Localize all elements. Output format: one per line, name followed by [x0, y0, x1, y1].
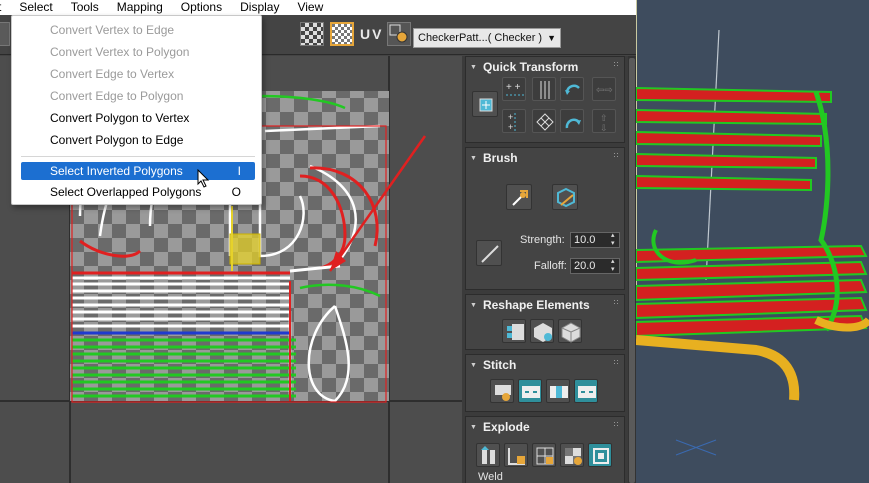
panel-grip-icon[interactable] [613, 299, 620, 306]
explode-teal-icon[interactable] [588, 443, 612, 467]
checker-pattern-value: CheckerPatt...( Checker ) [418, 32, 543, 44]
uv-editor-window: t Select Tools Mapping Options Display V… [0, 0, 636, 483]
svg-text:⇧: ⇧ [600, 113, 608, 123]
straighten-selection-icon[interactable] [502, 319, 526, 343]
menu-options[interactable]: Options [172, 0, 231, 15]
panel-title-reshape[interactable]: Reshape Elements [470, 297, 590, 313]
menu-convert-polygon-to-edge[interactable]: Convert Polygon to Edge [21, 130, 255, 150]
panel-brush: Brush Strength: 10.0 Falloff: 20.0 [465, 147, 625, 290]
panel-title-stitch[interactable]: Stitch [470, 357, 516, 373]
rotate-cw-icon[interactable] [560, 109, 584, 133]
strength-value: 10.0 [574, 234, 596, 246]
panel-grip-icon[interactable] [613, 61, 620, 68]
menu-prev-fragment: t [0, 0, 10, 15]
stitch-to-target-icon[interactable] [518, 379, 542, 403]
checker-display-button[interactable] [330, 22, 354, 46]
strength-spinner[interactable]: 10.0 [570, 232, 620, 248]
perspective-viewport[interactable] [636, 0, 869, 483]
menu-select-inverted-polygons[interactable]: Select Inverted Polygons I [21, 162, 255, 180]
menu-convert-polygon-to-vertex[interactable]: Convert Polygon to Vertex [21, 108, 255, 128]
panel-grip-icon[interactable] [613, 359, 620, 366]
checker-toggle-button[interactable] [300, 22, 324, 46]
menu-display[interactable]: Display [231, 0, 288, 15]
bench-3d-model [636, 0, 869, 456]
stitch-custom-icon[interactable] [490, 379, 514, 403]
menu-convert-edge-to-vertex[interactable]: Convert Edge to Vertex [21, 64, 255, 84]
panel-reshape-elements: Reshape Elements [465, 294, 625, 350]
menu-item-label: Select Overlapped Polygons [50, 185, 202, 199]
menu-view[interactable]: View [288, 0, 332, 15]
menu-item-label: Convert Vertex to Edge [50, 23, 175, 37]
menu-select-overlapped-polygons[interactable]: Select Overlapped Polygons O [21, 182, 255, 202]
menu-shortcut: I [237, 164, 241, 178]
stitch-to-source-icon[interactable] [574, 379, 598, 403]
menu-mapping[interactable]: Mapping [108, 0, 172, 15]
falloff-label: Falloff: [534, 260, 567, 272]
checker-pattern-dropdown[interactable]: CheckerPatt...( Checker ) ▼ [413, 28, 561, 48]
straighten-grid-icon[interactable] [532, 109, 556, 133]
explode-break-icon[interactable] [476, 443, 500, 467]
space-vertical-icon[interactable]: ⇧ ⇩ [592, 109, 616, 133]
svg-text:+: + [508, 122, 513, 132]
align-horizontal-icon[interactable]: + + [502, 77, 526, 101]
rotate-ccw-icon[interactable] [560, 77, 584, 101]
panel-explode: Explode Weld [465, 416, 625, 483]
toolbar-partial-button[interactable] [0, 22, 10, 46]
panel-grip-icon[interactable] [613, 152, 620, 159]
svg-text:⇦⇨: ⇦⇨ [596, 85, 613, 96]
panel-title-quick-transform[interactable]: Quick Transform [470, 59, 578, 75]
falloff-spinner[interactable]: 20.0 [570, 258, 620, 274]
brush-grab-icon[interactable] [506, 184, 532, 210]
menu-item-label: Convert Polygon to Vertex [50, 111, 190, 125]
align-to-edge-icon[interactable]: + + [502, 109, 526, 133]
align-vertical-icon[interactable] [532, 77, 556, 101]
panel-title-explode[interactable]: Explode [470, 419, 530, 435]
mouse-cursor-icon [197, 169, 210, 188]
menu-item-label: Convert Edge to Polygon [50, 89, 184, 103]
cube-icon[interactable] [558, 319, 582, 343]
menu-convert-vertex-to-edge[interactable]: Convert Vertex to Edge [21, 20, 255, 40]
brush-relax-icon[interactable] [552, 184, 578, 210]
menu-item-label: Select Inverted Polygons [50, 164, 183, 178]
menu-item-label: Convert Polygon to Edge [50, 133, 184, 147]
falloff-value: 20.0 [574, 260, 596, 272]
menu-convert-edge-to-polygon[interactable]: Convert Edge to Polygon [21, 86, 255, 106]
texture-settings-gear-icon[interactable] [387, 22, 411, 46]
sidebar-scrollbar[interactable] [628, 56, 636, 483]
svg-text:+ +: + + [506, 82, 521, 93]
menu-convert-vertex-to-polygon[interactable]: Convert Vertex to Polygon [21, 42, 255, 62]
weld-label: Weld [478, 471, 503, 483]
quick-transform-pivot-icon[interactable] [472, 91, 498, 117]
menu-separator [21, 156, 255, 157]
menu-item-label: Convert Vertex to Polygon [50, 45, 190, 59]
uv-tools-sidebar: Quick Transform + + ⇦⇨ ++ [462, 56, 636, 483]
uv-channel-label: UV [360, 26, 384, 42]
panel-quick-transform: Quick Transform + + ⇦⇨ ++ [465, 56, 625, 143]
menu-bar: t Select Tools Mapping Options Display V… [0, 0, 636, 15]
scrollbar-thumb[interactable] [629, 58, 635, 483]
menu-tools[interactable]: Tools [62, 0, 108, 15]
select-menu-dropdown: Convert Vertex to Edge Convert Vertex to… [11, 15, 262, 205]
panel-stitch: Stitch [465, 354, 625, 412]
svg-text:+: + [508, 112, 513, 122]
explode-checker-icon[interactable] [560, 443, 584, 467]
space-horizontal-icon[interactable]: ⇦⇨ [592, 77, 616, 101]
stitch-average-icon[interactable] [546, 379, 570, 403]
brush-falloff-curve-icon[interactable] [476, 240, 502, 266]
chevron-down-icon: ▼ [547, 33, 556, 43]
panel-title-brush[interactable]: Brush [470, 150, 518, 166]
menu-shortcut: O [231, 185, 241, 199]
menu-select[interactable]: Select [10, 0, 62, 15]
strength-label: Strength: [520, 234, 565, 246]
explode-detach-icon[interactable] [504, 443, 528, 467]
panel-grip-icon[interactable] [613, 421, 620, 428]
menu-item-label: Convert Edge to Vertex [50, 67, 175, 81]
svg-text:⇩: ⇩ [600, 123, 608, 133]
relax-cube-icon[interactable] [530, 319, 554, 343]
explode-grid-icon[interactable] [532, 443, 556, 467]
